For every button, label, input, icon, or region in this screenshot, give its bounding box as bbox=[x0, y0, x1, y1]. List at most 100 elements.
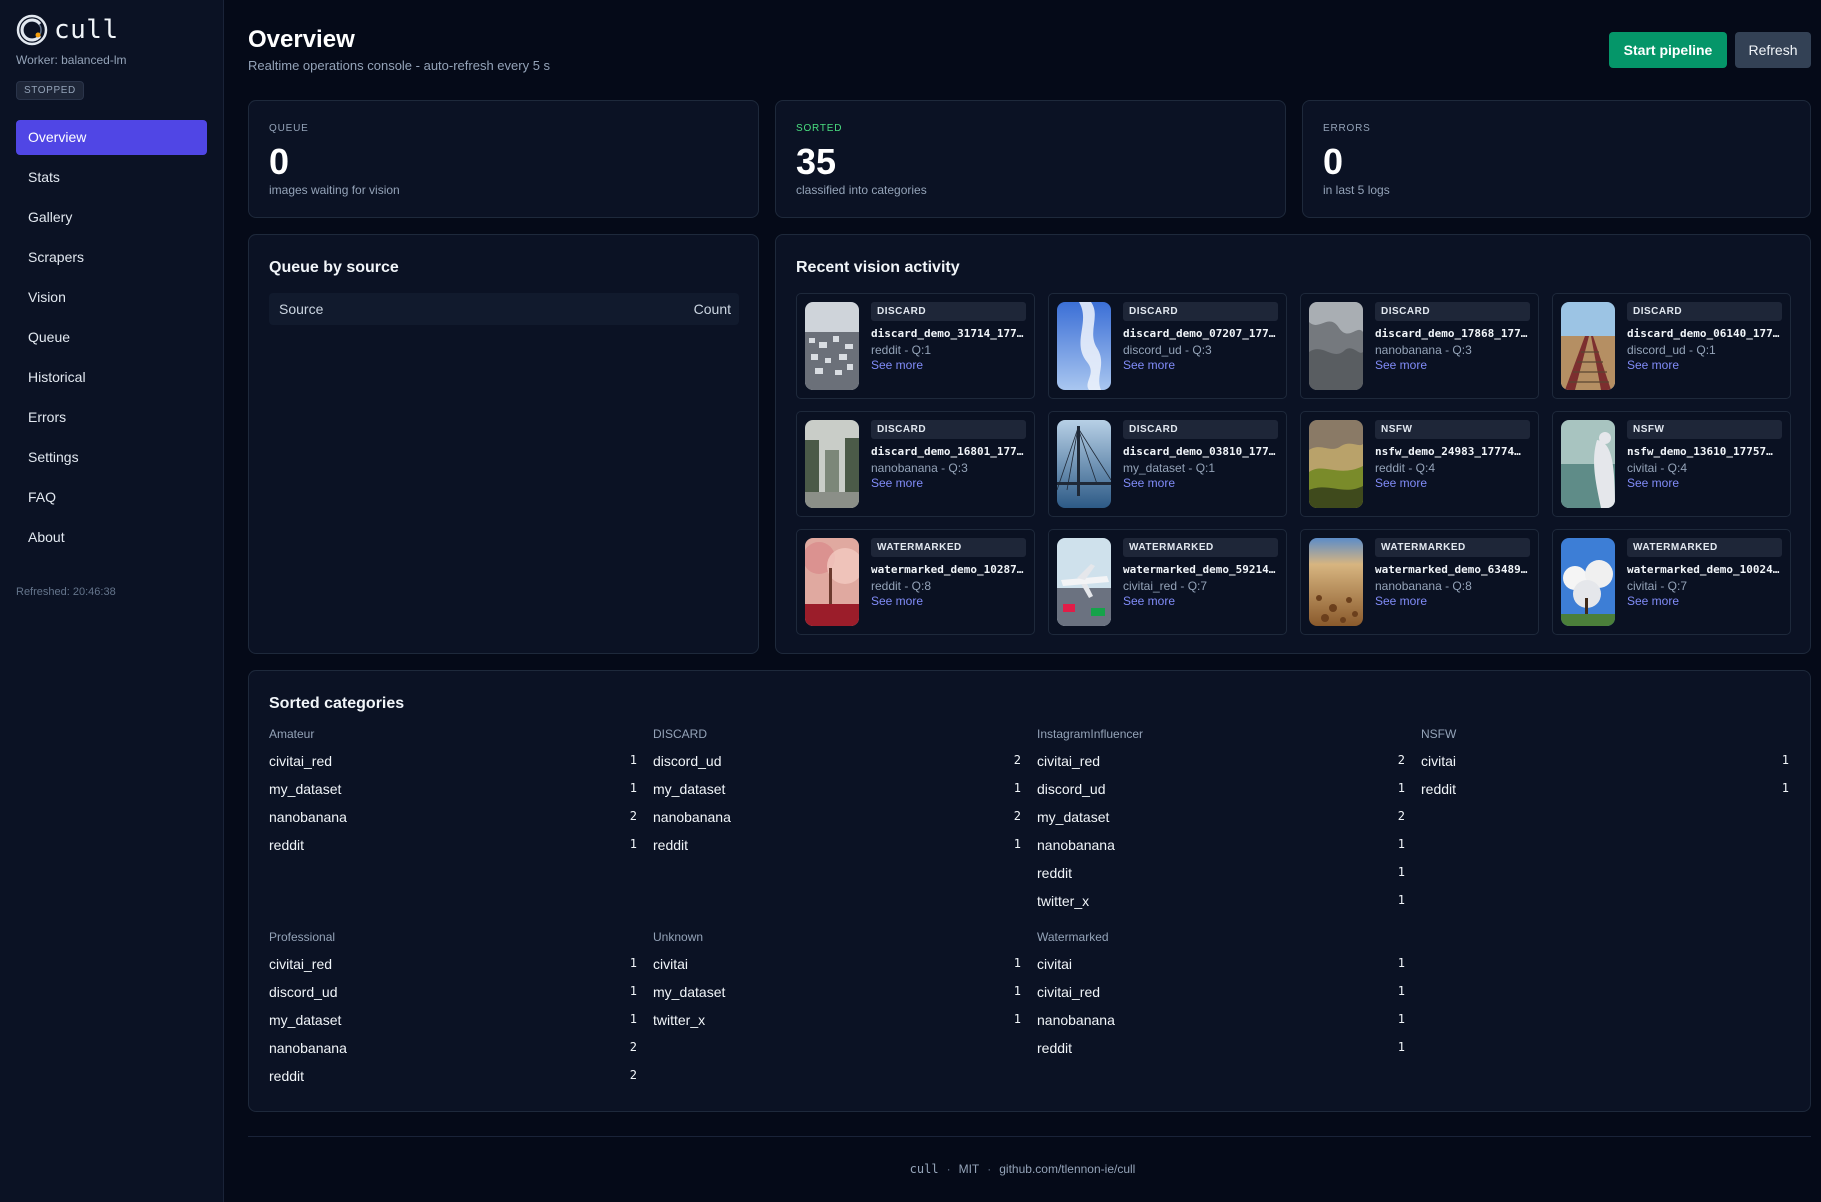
category-row: civitai_red 2 bbox=[1037, 743, 1405, 771]
image-thumbnail[interactable] bbox=[1057, 538, 1111, 626]
category-row: discord_ud 1 bbox=[269, 974, 637, 1002]
column-header-source[interactable]: Source bbox=[279, 301, 323, 317]
category-group: Amateur civitai_red 1 my_dataset 1 nanobanana… bbox=[269, 727, 637, 855]
category-title: Unknown bbox=[653, 930, 704, 944]
activity-item[interactable]: WATERMARKED watermarked_demo_10287… reddit… bbox=[796, 529, 1035, 635]
category-title: Amateur bbox=[269, 727, 315, 741]
image-thumbnail[interactable] bbox=[805, 302, 859, 390]
source-count: 1 bbox=[1013, 1012, 1021, 1026]
activity-details: DISCARD discard_demo_07207_177… discord_ud… bbox=[1123, 302, 1278, 372]
activity-item[interactable]: DISCARD discard_demo_03810_177… my_dataset… bbox=[1048, 411, 1287, 517]
image-thumbnail[interactable] bbox=[1561, 538, 1615, 626]
footer: cull · MIT · github.com/tlennon-ie/cull bbox=[224, 1162, 1821, 1176]
nav-item-stats[interactable]: Stats bbox=[16, 160, 207, 195]
activity-item[interactable]: DISCARD discard_demo_31714_177… reddit - Q… bbox=[796, 293, 1035, 399]
source-count: 1 bbox=[629, 956, 637, 970]
activity-item[interactable]: WATERMARKED watermarked_demo_59214… civita… bbox=[1048, 529, 1287, 635]
category-group: InstagramInfluencer civitai_red 2 discord_u… bbox=[1037, 727, 1405, 911]
source-name: nanobanana bbox=[1037, 1012, 1115, 1028]
column-header-count[interactable]: Count bbox=[694, 301, 731, 317]
see-more-link[interactable]: See more bbox=[1375, 476, 1530, 490]
file-name: discard_demo_17868_177… bbox=[1375, 327, 1528, 340]
category-badge: WATERMARKED bbox=[1123, 538, 1278, 557]
activity-item[interactable]: WATERMARKED watermarked_demo_10024… civita… bbox=[1552, 529, 1791, 635]
category-row: discord_ud 2 bbox=[653, 743, 1021, 771]
see-more-link[interactable]: See more bbox=[871, 476, 1026, 490]
activity-details: NSFW nsfw_demo_24983_17774… reddit - Q:4 Se… bbox=[1375, 420, 1530, 490]
queue-stat-card: QUEUE 0 images waiting for vision bbox=[248, 100, 759, 218]
refresh-button[interactable]: Refresh bbox=[1735, 32, 1811, 68]
source-count: 1 bbox=[1397, 1012, 1405, 1026]
category-badge: DISCARD bbox=[1375, 302, 1530, 321]
source-quality: civitai - Q:7 bbox=[1627, 579, 1688, 593]
footer-divider bbox=[248, 1136, 1811, 1137]
nav-item-queue[interactable]: Queue bbox=[16, 320, 207, 355]
image-thumbnail[interactable] bbox=[1309, 420, 1363, 508]
nav-item-gallery[interactable]: Gallery bbox=[16, 200, 207, 235]
queue-by-source-card: Queue by source Source Count bbox=[248, 234, 759, 654]
see-more-link[interactable]: See more bbox=[1627, 476, 1782, 490]
image-thumbnail[interactable] bbox=[1561, 302, 1615, 390]
card-title: Queue by source bbox=[269, 259, 399, 276]
nav-item-historical[interactable]: Historical bbox=[16, 360, 207, 395]
nav-item-errors[interactable]: Errors bbox=[16, 400, 207, 435]
activity-item[interactable]: DISCARD discard_demo_06140_177… discord_ud… bbox=[1552, 293, 1791, 399]
footer-repo-link[interactable]: github.com/tlennon-ie/cull bbox=[999, 1162, 1135, 1176]
image-thumbnail[interactable] bbox=[805, 538, 859, 626]
category-row: nanobanana 2 bbox=[653, 799, 1021, 827]
file-name: watermarked_demo_10287… bbox=[871, 563, 1024, 576]
image-thumbnail[interactable] bbox=[1057, 302, 1111, 390]
see-more-link[interactable]: See more bbox=[1123, 358, 1278, 372]
nav-item-faq[interactable]: FAQ bbox=[16, 480, 207, 515]
source-quality: nanobanana - Q:8 bbox=[1375, 579, 1472, 593]
see-more-link[interactable]: See more bbox=[1627, 594, 1782, 608]
category-badge: WATERMARKED bbox=[1375, 538, 1530, 557]
footer-separator: · bbox=[946, 1162, 951, 1176]
source-count: 1 bbox=[1013, 837, 1021, 851]
source-name: reddit bbox=[269, 1068, 305, 1084]
image-thumbnail[interactable] bbox=[805, 420, 859, 508]
activity-item[interactable]: NSFW nsfw_demo_24983_17774… reddit - Q:4 Se… bbox=[1300, 411, 1539, 517]
category-group: Watermarked civitai 1 civitai_red 1 nanobanan… bbox=[1037, 930, 1405, 1058]
source-name: reddit bbox=[269, 837, 305, 853]
stat-description: in last 5 logs bbox=[1323, 183, 1390, 197]
activity-details: WATERMARKED watermarked_demo_10024… civita… bbox=[1627, 538, 1782, 608]
category-badge: DISCARD bbox=[871, 420, 1026, 439]
image-thumbnail[interactable] bbox=[1309, 302, 1363, 390]
file-name: watermarked_demo_10024… bbox=[1627, 563, 1780, 576]
see-more-link[interactable]: See more bbox=[1375, 594, 1530, 608]
nav-item-about[interactable]: About bbox=[16, 520, 207, 555]
see-more-link[interactable]: See more bbox=[1375, 358, 1530, 372]
see-more-link[interactable]: See more bbox=[1123, 476, 1278, 490]
category-row: civitai 1 bbox=[1037, 946, 1405, 974]
see-more-link[interactable]: See more bbox=[871, 594, 1026, 608]
category-title: DISCARD bbox=[653, 727, 708, 741]
nav-item-overview[interactable]: Overview bbox=[16, 120, 207, 155]
category-row: my_dataset 1 bbox=[653, 974, 1021, 1002]
source-count: 1 bbox=[1013, 956, 1021, 970]
nav-item-vision[interactable]: Vision bbox=[16, 280, 207, 315]
brand[interactable]: cull bbox=[16, 14, 119, 46]
image-thumbnail[interactable] bbox=[1561, 420, 1615, 508]
category-row: nanobanana 2 bbox=[269, 1030, 637, 1058]
source-count: 2 bbox=[629, 1040, 637, 1054]
see-more-link[interactable]: See more bbox=[1123, 594, 1278, 608]
activity-item[interactable]: DISCARD discard_demo_17868_177… nanobanana… bbox=[1300, 293, 1539, 399]
see-more-link[interactable]: See more bbox=[1627, 358, 1782, 372]
activity-item[interactable]: DISCARD discard_demo_07207_177… discord_ud… bbox=[1048, 293, 1287, 399]
source-count: 1 bbox=[629, 1012, 637, 1026]
image-thumbnail[interactable] bbox=[1309, 538, 1363, 626]
activity-item[interactable]: NSFW nsfw_demo_13610_17757… civitai - Q:4 S… bbox=[1552, 411, 1791, 517]
start-pipeline-button[interactable]: Start pipeline bbox=[1609, 32, 1727, 68]
source-count: 1 bbox=[1013, 781, 1021, 795]
activity-item[interactable]: DISCARD discard_demo_16801_177… nanobanana… bbox=[796, 411, 1035, 517]
sidebar: cull Worker: balanced-lm STOPPED Overvie… bbox=[0, 0, 224, 1202]
nav-item-settings[interactable]: Settings bbox=[16, 440, 207, 475]
category-title: Professional bbox=[269, 930, 336, 944]
nav-item-scrapers[interactable]: Scrapers bbox=[16, 240, 207, 275]
source-count: 2 bbox=[1397, 809, 1405, 823]
image-thumbnail[interactable] bbox=[1057, 420, 1111, 508]
see-more-link[interactable]: See more bbox=[871, 358, 1026, 372]
category-row: nanobanana 1 bbox=[1037, 827, 1405, 855]
activity-item[interactable]: WATERMARKED watermarked_demo_63489… nanoba… bbox=[1300, 529, 1539, 635]
